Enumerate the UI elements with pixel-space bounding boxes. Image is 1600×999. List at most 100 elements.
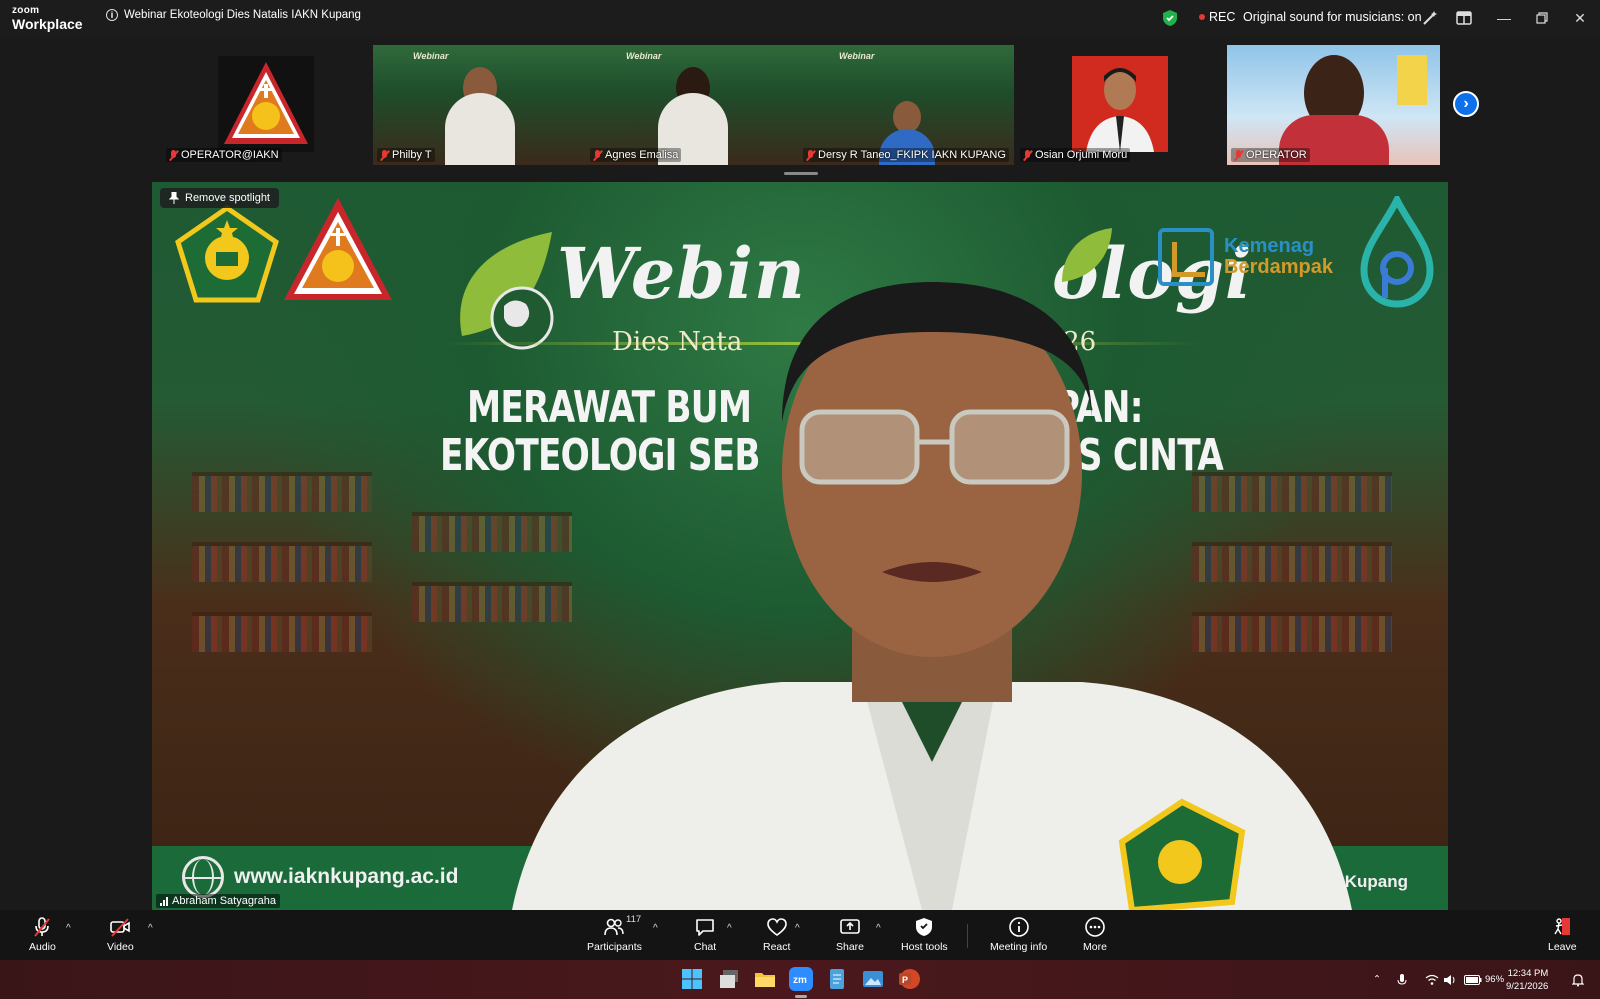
gallery-next-button[interactable]: ›: [1453, 91, 1479, 117]
info-icon: i: [106, 9, 118, 21]
participant-tile[interactable]: Webinar Philby T: [373, 45, 586, 165]
gallery-resize-handle[interactable]: [784, 172, 818, 175]
task-view-icon[interactable]: [717, 967, 741, 991]
react-label: React: [763, 941, 791, 953]
globe-icon: [182, 856, 224, 898]
brand-bottom: Workplace: [12, 16, 83, 32]
remove-spotlight-label: Remove spotlight: [185, 192, 270, 204]
participants-count: 117: [626, 914, 642, 925]
powerpoint-icon[interactable]: P: [897, 967, 921, 991]
title-bar: zoom Workplace i Webinar Ekoteologi Dies…: [0, 0, 1600, 36]
notepad-icon[interactable]: [825, 967, 849, 991]
system-clock[interactable]: 12:34 PM 9/21/2026: [1506, 967, 1548, 993]
mic-muted-icon: [806, 149, 815, 161]
meeting-title[interactable]: i Webinar Ekoteologi Dies Natalis IAKN K…: [106, 9, 361, 21]
microphone-tray-icon[interactable]: [1395, 960, 1409, 999]
audio-label: Audio: [29, 941, 56, 953]
wifi-icon[interactable]: [1425, 960, 1439, 999]
recording-indicator[interactable]: REC: [1199, 10, 1235, 24]
gallery-strip: OPERATOR@IAKN Webinar Philby T Webinar A…: [0, 36, 1600, 175]
battery-status[interactable]: 96%: [1464, 960, 1504, 999]
rec-dot-icon: [1199, 14, 1205, 20]
share-options-caret[interactable]: ^: [876, 923, 881, 934]
connection-signal-icon: [160, 896, 168, 906]
magic-wand-icon[interactable]: [1420, 8, 1440, 28]
participants-icon: [604, 918, 625, 936]
windows-start-icon[interactable]: [680, 967, 704, 991]
photos-icon[interactable]: [861, 967, 885, 991]
heart-icon: [766, 918, 787, 936]
zoom-app-icon[interactable]: zm: [789, 967, 813, 991]
mic-muted-icon: [593, 149, 602, 161]
minimize-icon[interactable]: —: [1494, 8, 1514, 28]
pin-icon: [169, 192, 179, 204]
video-label: Video: [107, 941, 134, 953]
svg-text:P: P: [902, 975, 908, 985]
host-tools-label: Host tools: [901, 941, 948, 953]
meeting-info-button[interactable]: Meeting info: [990, 916, 1047, 953]
more-button[interactable]: More: [1083, 916, 1107, 953]
kemenag-logo: [172, 204, 282, 304]
view-layout-icon[interactable]: [1454, 8, 1474, 28]
file-explorer-icon[interactable]: [753, 967, 777, 991]
audio-button[interactable]: Audio: [29, 916, 56, 953]
security-shield-icon[interactable]: [1162, 9, 1178, 32]
leave-icon: [1554, 918, 1571, 935]
participant-tile[interactable]: Osian Orjumi Moru: [1016, 45, 1216, 165]
chat-button[interactable]: Chat: [694, 916, 716, 953]
participants-options-caret[interactable]: ^: [653, 923, 658, 934]
participant-name: OPERATOR@IAKN: [166, 148, 282, 162]
participant-body: [444, 93, 515, 165]
original-sound-status[interactable]: Original sound for musicians: on: [1243, 10, 1422, 24]
windows-taskbar: zm P ⌃ 96% 12:34 PM 9/21/2026: [0, 960, 1600, 999]
speaker-name-label: Abraham Satyagraha: [156, 894, 280, 908]
svg-text:zm: zm: [793, 975, 807, 986]
spotlight-video[interactable]: Webin ologi Dies Nata 2026 MERAWAT BUM D…: [152, 182, 1448, 910]
brand-top: zoom: [12, 5, 40, 16]
share-button[interactable]: Share: [836, 916, 864, 953]
meeting-info-label: Meeting info: [990, 941, 1048, 953]
participant-tile[interactable]: Webinar Agnes Emalisa: [586, 45, 799, 165]
participant-tile[interactable]: OPERATOR: [1227, 45, 1440, 165]
leave-label: Leave: [1548, 941, 1577, 953]
bookshelf: [192, 612, 372, 652]
iakn-logo: [282, 196, 394, 304]
rec-label: REC: [1209, 10, 1236, 24]
participant-tile[interactable]: Webinar Dersy R Taneo_FKIPK IAKN KUPANG: [799, 45, 1014, 165]
volume-icon[interactable]: [1443, 960, 1457, 999]
participant-tile[interactable]: OPERATOR@IAKN: [162, 45, 362, 165]
mic-muted-icon: [34, 917, 51, 937]
speaker-video: [512, 282, 1352, 910]
info-icon: [1008, 917, 1029, 937]
mic-muted-icon: [380, 149, 389, 161]
banner-mini-title: Webinar: [839, 51, 875, 61]
remove-spotlight-button[interactable]: Remove spotlight: [160, 188, 279, 208]
participant-name: Agnes Emalisa: [590, 148, 682, 162]
active-app-indicator: [795, 995, 807, 998]
participant-name: OPERATOR: [1231, 148, 1310, 162]
banner-mini-title: Webinar: [626, 51, 662, 61]
restore-icon[interactable]: [1532, 8, 1552, 28]
participant-name: Philby T: [377, 148, 435, 162]
zoom-logo: zoom Workplace: [12, 5, 83, 32]
battery-icon: [1464, 974, 1482, 985]
notification-bell-icon[interactable]: [1572, 960, 1584, 999]
audio-options-caret[interactable]: ^: [66, 923, 71, 934]
banner-mini-title: Webinar: [413, 51, 449, 61]
leave-button[interactable]: Leave: [1548, 916, 1577, 953]
react-button[interactable]: React: [763, 916, 790, 953]
video-options-caret[interactable]: ^: [148, 923, 153, 934]
react-options-caret[interactable]: ^: [795, 923, 800, 934]
host-tools-button[interactable]: Host tools: [901, 916, 948, 953]
close-icon[interactable]: ✕: [1570, 8, 1590, 28]
mic-muted-icon: [1234, 149, 1243, 161]
toolbar-divider: [967, 924, 968, 948]
mic-muted-icon: [169, 149, 178, 161]
tray-overflow-icon[interactable]: ⌃: [1373, 960, 1381, 999]
chat-options-caret[interactable]: ^: [727, 923, 732, 934]
share-screen-icon: [840, 919, 860, 934]
video-button[interactable]: Video: [107, 916, 134, 953]
video-off-icon: [110, 918, 131, 937]
more-label: More: [1083, 941, 1107, 953]
chat-icon: [696, 919, 714, 936]
